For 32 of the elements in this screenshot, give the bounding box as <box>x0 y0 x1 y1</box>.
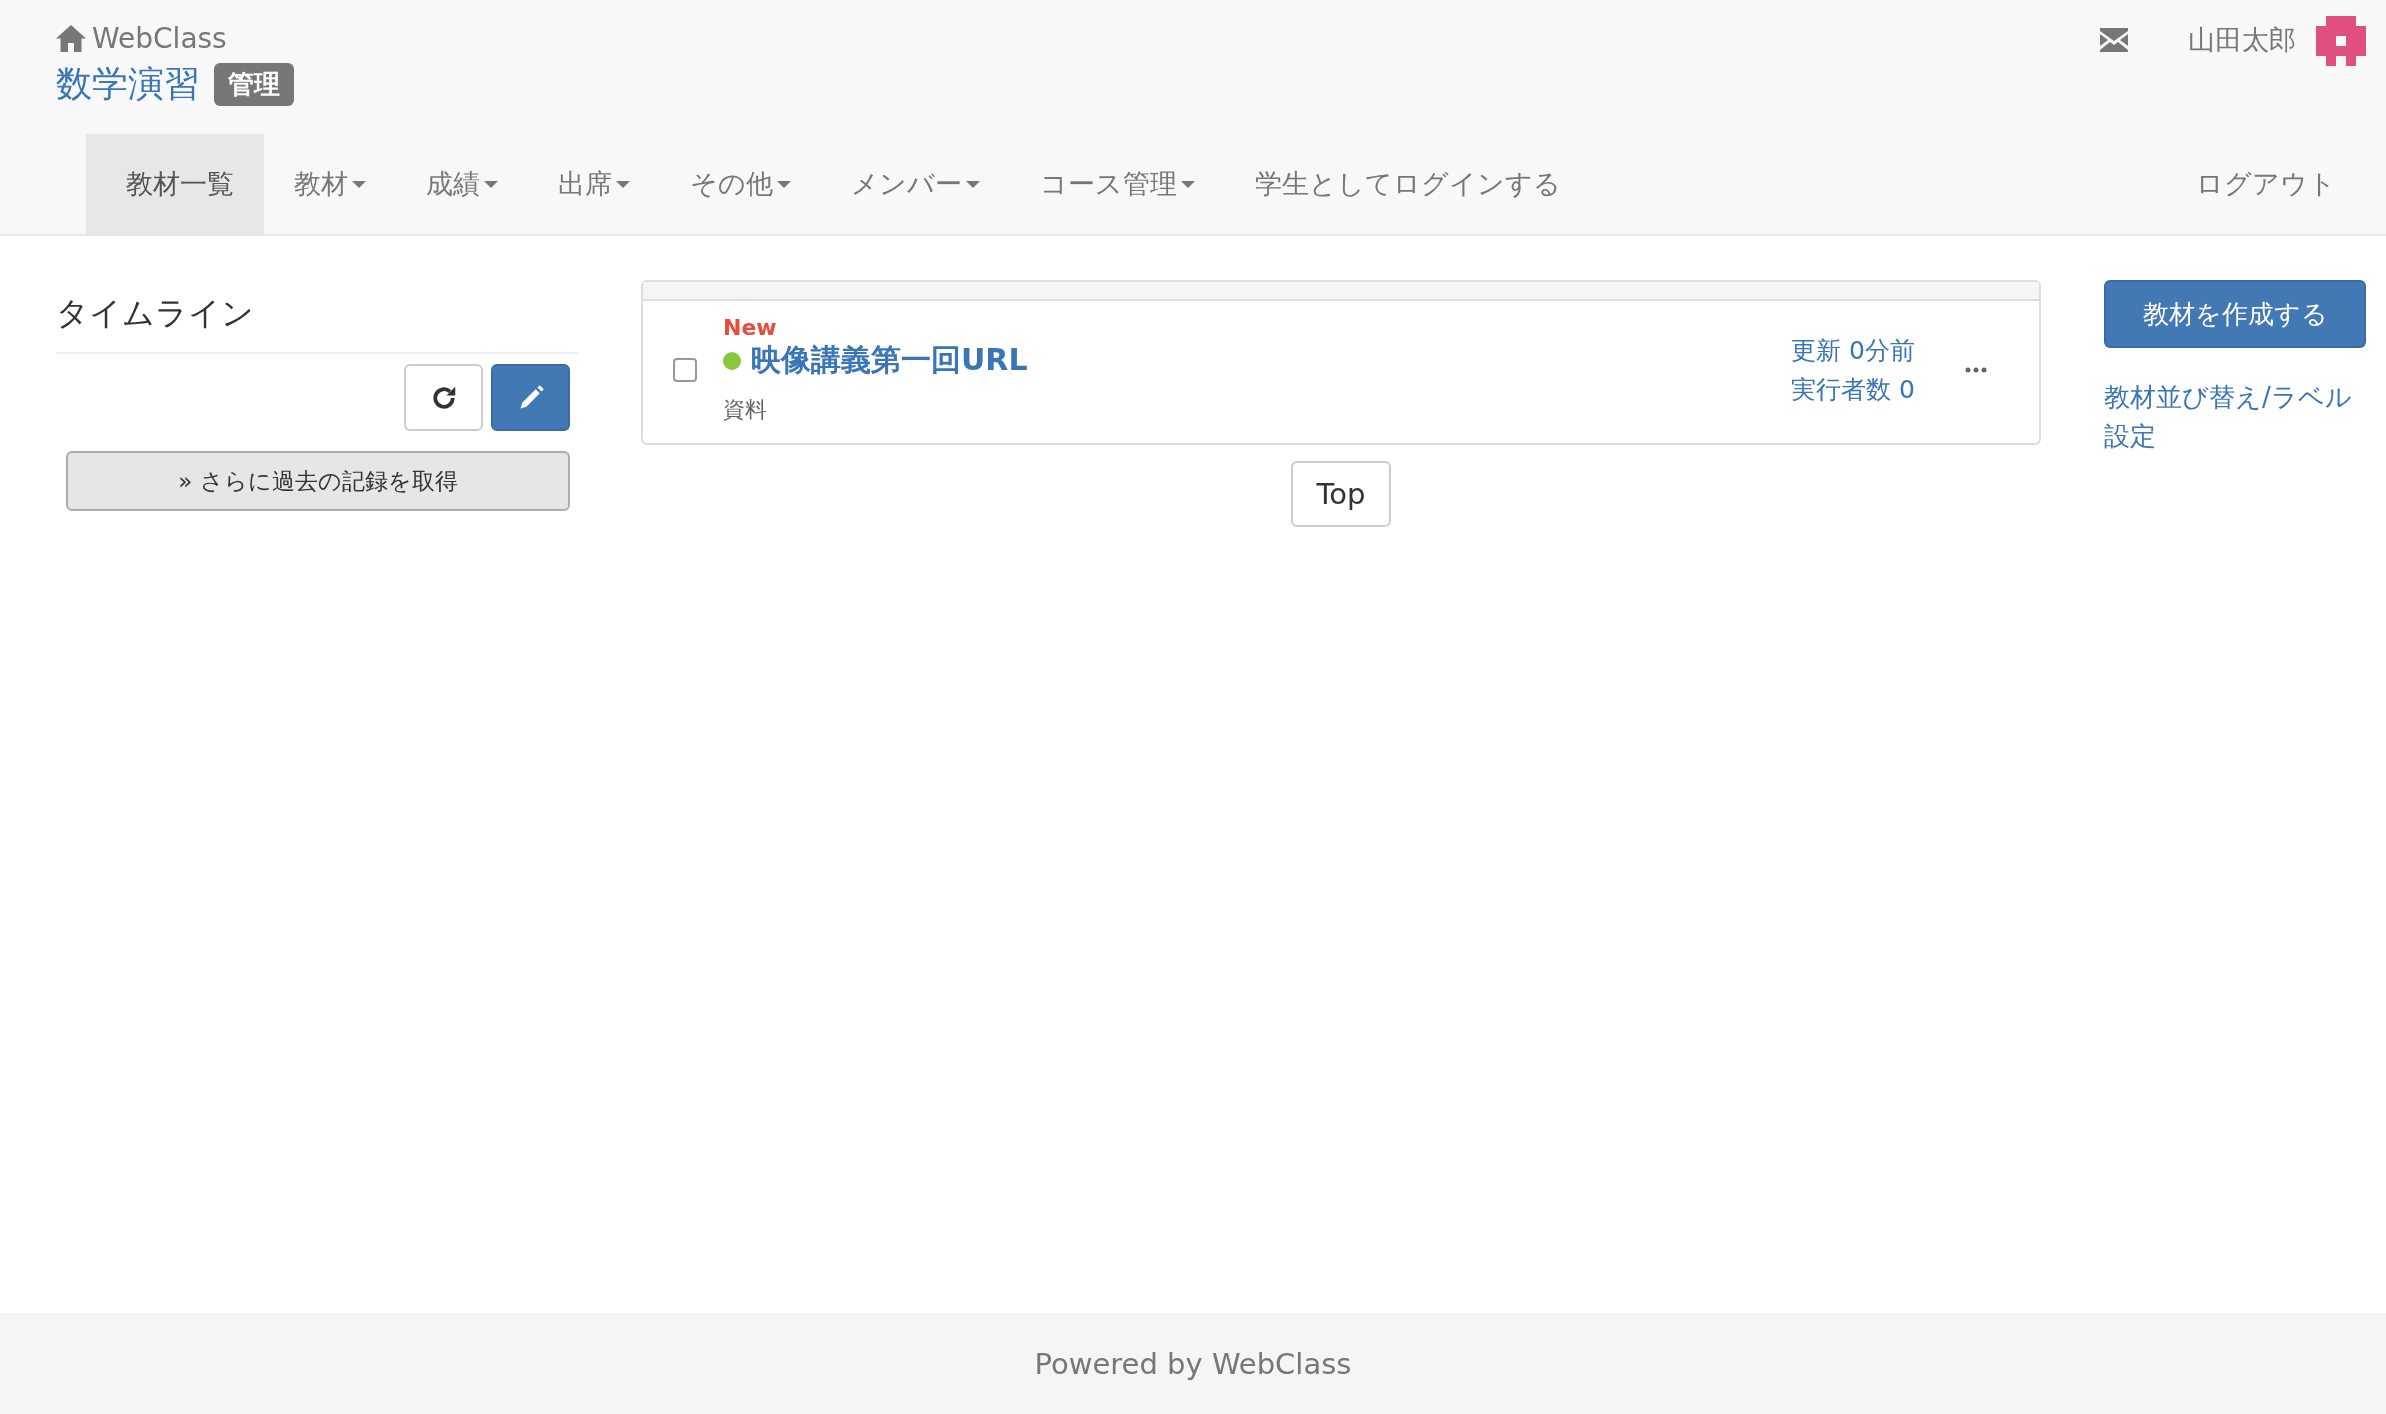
load-more-button[interactable]: » さらに過去の記録を取得 <box>66 451 570 511</box>
create-material-button[interactable]: 教材を作成する <box>2104 280 2366 348</box>
status-dot <box>723 351 741 370</box>
home-icon <box>56 25 86 52</box>
nav-tab[interactable]: メンバー <box>821 134 1010 234</box>
avatar-icon[interactable] <box>2316 16 2366 66</box>
material-type: 資料 <box>723 396 768 424</box>
more-options-icon[interactable] <box>1965 367 1987 373</box>
top-button[interactable]: Top <box>1290 461 1392 527</box>
home-link[interactable]: WebClass <box>56 22 227 55</box>
nav-tab[interactable]: 教材一覧 <box>86 134 264 234</box>
role-badge: 管理 <box>214 63 294 106</box>
mail-icon[interactable] <box>2100 28 2128 52</box>
material-title-link[interactable]: 映像講義第一回URL <box>751 340 1028 381</box>
edit-button[interactable] <box>491 364 570 431</box>
nav-tab[interactable]: その他 <box>660 134 821 234</box>
refresh-button[interactable] <box>404 364 483 431</box>
timeline-title: タイムライン <box>56 280 578 354</box>
new-label: New <box>723 315 778 340</box>
footer-text: Powered by WebClass <box>1034 1346 1352 1381</box>
updated-link[interactable]: 更新 0分前 <box>1791 334 1915 367</box>
participants-link[interactable]: 実行者数 0 <box>1791 373 1915 406</box>
nav-tab[interactable]: 教材 <box>264 134 396 234</box>
nav-tab[interactable]: 成績 <box>396 134 528 234</box>
nav-tab[interactable]: コース管理 <box>1010 134 1225 234</box>
user-name[interactable]: 山田太郎 <box>2188 22 2296 58</box>
checkbox[interactable] <box>673 358 697 382</box>
course-title[interactable]: 数学演習 <box>56 60 200 109</box>
logout-link[interactable]: ログアウト <box>2166 134 2366 234</box>
nav-tab[interactable]: 学生としてログインする <box>1225 134 1591 234</box>
reorder-link[interactable]: 教材並び替え/ラベル設定 <box>2104 378 2366 456</box>
nav-tab[interactable]: 出席 <box>528 134 660 234</box>
